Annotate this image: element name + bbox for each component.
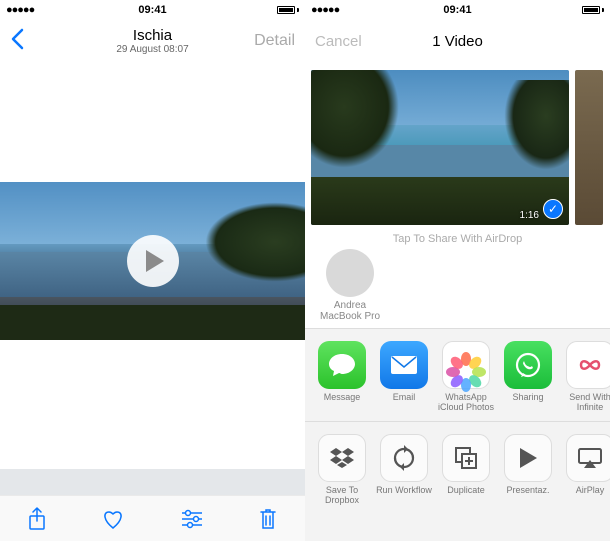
video-scrubber[interactable] (0, 469, 305, 495)
nav-title: 1 Video (432, 33, 483, 50)
dropbox-icon (318, 434, 366, 482)
delete-button[interactable] (258, 507, 278, 531)
signal-dots: ●●●●● (311, 4, 339, 16)
detail-button[interactable]: Detail (254, 32, 295, 50)
airdrop-target[interactable]: Andrea MacBook Pro (315, 249, 385, 322)
whatsapp-icon (504, 341, 552, 389)
airplay-icon (566, 434, 610, 482)
video-thumbnail[interactable]: 1:16 ✓ (311, 70, 569, 225)
thumbnail-row: 1:16 ✓ (305, 62, 610, 225)
message-icon (318, 341, 366, 389)
email-icon (380, 341, 428, 389)
action-save-dropbox[interactable]: Save To Dropbox (313, 434, 371, 506)
status-bar: ●●●●● 09:41 (0, 0, 305, 20)
duplicate-icon (442, 434, 490, 482)
battery-icon (277, 6, 299, 14)
video-thumbnail-next[interactable] (575, 70, 603, 225)
photos-icon (442, 341, 490, 389)
nav-bar: Cancel 1 Video (305, 20, 610, 62)
airdrop-user-name: Andrea (334, 300, 366, 311)
airdrop-hint: Tap To Share With AirDrop (305, 225, 610, 249)
refresh-icon (380, 434, 428, 482)
play-icon (146, 250, 164, 272)
nav-title-block: Ischia 29 August 08:07 (116, 27, 188, 55)
share-apps-row: Message Email WhatsApp iC (305, 329, 610, 422)
action-duplicate[interactable]: Duplicate (437, 434, 495, 506)
share-button[interactable] (27, 507, 47, 531)
bottom-toolbar (0, 495, 305, 541)
share-app-whatsapp[interactable]: Sharing (499, 341, 557, 413)
clock: 09:41 (138, 4, 166, 16)
infinite-icon (566, 341, 610, 389)
edit-button[interactable] (180, 509, 204, 529)
airdrop-row: Andrea MacBook Pro (305, 249, 610, 329)
battery-icon (582, 6, 604, 14)
share-actions-row: Save To Dropbox Run Workflow Duplicate P… (305, 422, 610, 514)
action-run-workflow[interactable]: Run Workflow (375, 434, 433, 506)
cancel-button[interactable]: Cancel (315, 33, 362, 50)
nav-subtitle: 29 August 08:07 (116, 44, 188, 55)
clock: 09:41 (443, 4, 471, 16)
detail-screen: ●●●●● 09:41 Ischia 29 August 08:07 Detai… (0, 0, 305, 541)
video-duration: 1:16 (520, 210, 539, 221)
avatar-icon (326, 249, 374, 297)
play-button[interactable] (127, 235, 179, 287)
action-airplay[interactable]: AirPlay (561, 434, 610, 506)
back-button[interactable] (10, 28, 24, 54)
share-app-message[interactable]: Message (313, 341, 371, 413)
status-bar: ●●●●● 09:41 (305, 0, 610, 20)
share-app-infinite[interactable]: Send With Infinite (561, 341, 610, 413)
signal-dots: ●●●●● (6, 4, 34, 16)
selected-checkmark-icon: ✓ (543, 199, 563, 219)
play-icon (504, 434, 552, 482)
nav-bar: Ischia 29 August 08:07 Detail (0, 20, 305, 62)
share-app-email[interactable]: Email (375, 341, 433, 413)
action-slideshow[interactable]: Presentaz. (499, 434, 557, 506)
video-preview[interactable] (0, 182, 305, 340)
nav-title: Ischia (116, 27, 188, 44)
airdrop-device: MacBook Pro (320, 311, 380, 322)
favorite-button[interactable] (101, 508, 125, 530)
share-sheet-screen: ●●●●● 09:41 Cancel 1 Video 1:16 ✓ Tap To… (305, 0, 610, 541)
share-app-icloud-photos[interactable]: WhatsApp iCloud Photos (437, 341, 495, 413)
